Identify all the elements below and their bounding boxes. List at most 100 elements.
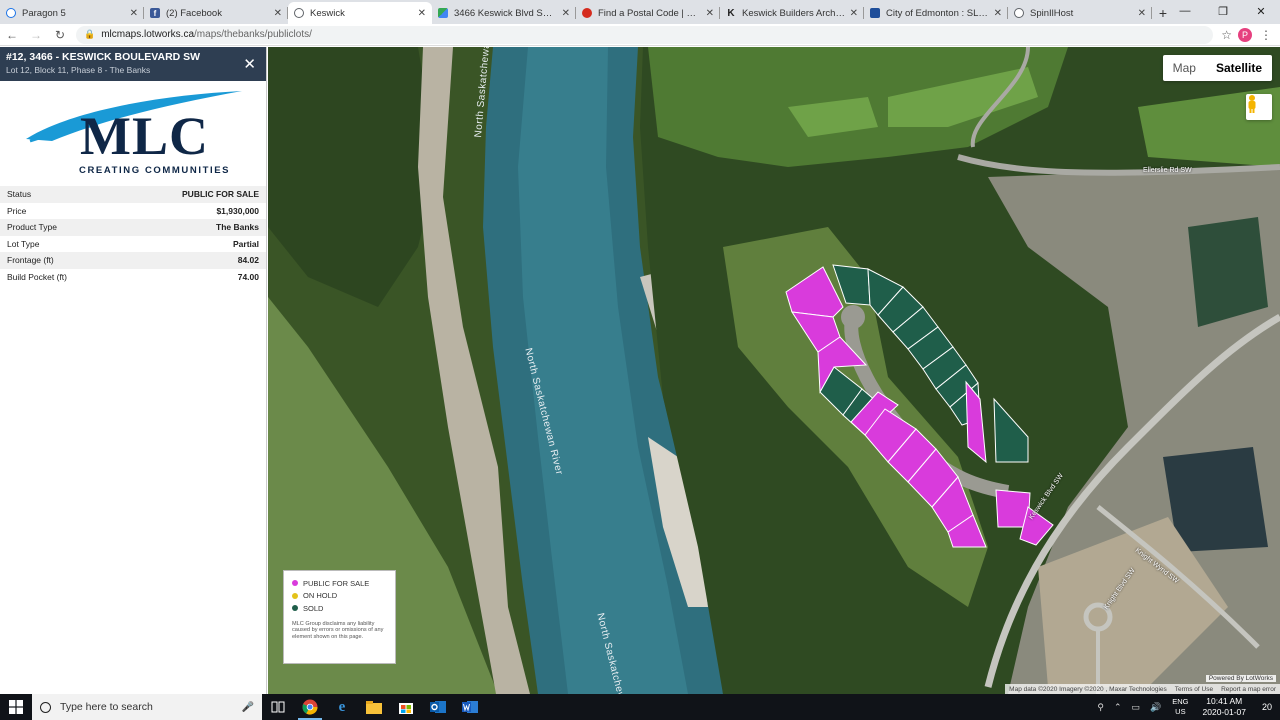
row-label: Frontage (ft) xyxy=(0,252,120,269)
table-row: Price $1,930,000 xyxy=(0,203,266,220)
close-tab-icon[interactable]: ✕ xyxy=(994,8,1002,19)
google-maps-icon xyxy=(438,8,448,18)
close-tab-icon[interactable]: ✕ xyxy=(1138,8,1146,19)
map-attribution: Map data ©2020 Imagery ©2020 , Maxar Tec… xyxy=(1005,684,1280,694)
close-panel-icon[interactable]: ✕ xyxy=(243,55,256,73)
minimize-icon[interactable]: — xyxy=(1166,0,1204,22)
close-tab-icon[interactable]: ✕ xyxy=(706,8,714,19)
restore-icon[interactable]: ❐ xyxy=(1204,0,1242,22)
word-taskbar-icon[interactable] xyxy=(454,694,486,720)
lot-details-panel: #12, 3466 - KESWICK BOULEVARD SW Lot 12,… xyxy=(0,47,267,694)
word-icon xyxy=(462,701,478,713)
row-label: Status xyxy=(0,186,120,203)
edmonton-icon xyxy=(870,8,880,18)
row-label: Price xyxy=(7,205,27,216)
network-icon[interactable]: ▭ xyxy=(1132,702,1141,713)
task-view-icon[interactable] xyxy=(262,694,294,720)
panel-header: #12, 3466 - KESWICK BOULEVARD SW Lot 12,… xyxy=(0,47,266,81)
table-row: Frontage (ft) 84.02 xyxy=(0,252,266,269)
volume-icon[interactable]: 🔊 xyxy=(1150,702,1161,713)
satellite-imagery xyxy=(268,47,1280,694)
tab-keswick[interactable]: Keswick ✕ xyxy=(288,2,432,24)
row-label: Lot Type xyxy=(7,238,40,249)
chrome-icon xyxy=(302,699,318,715)
powered-by-label[interactable]: Powered By LotWorks xyxy=(1205,675,1276,682)
tab-title: Keswick xyxy=(310,7,345,19)
profile-avatar[interactable]: P xyxy=(1238,27,1252,42)
facebook-icon: f xyxy=(150,8,160,18)
language-indicator[interactable]: ENG US xyxy=(1172,697,1188,717)
row-label: Build Pocket (ft) xyxy=(7,271,67,282)
tab-title: 3466 Keswick Blvd SW - Go xyxy=(454,7,558,19)
windows-taskbar: Type here to search 🎤 e ⚲ ⌃ ▭ 🔊 ENG US 1… xyxy=(0,694,1280,720)
lock-icon[interactable]: 🔒 xyxy=(84,29,95,40)
logo-tagline: CREATING COMMUNITIES xyxy=(79,165,231,176)
legend-label: ON HOLD xyxy=(303,591,338,601)
store-bag-icon xyxy=(399,703,413,714)
bookmark-star-icon[interactable]: ☆ xyxy=(1221,28,1232,42)
tab-postal-code[interactable]: Find a Postal Code | Canad ✕ xyxy=(576,2,720,24)
close-tab-icon[interactable]: ✕ xyxy=(130,8,138,19)
edge-taskbar-icon[interactable]: e xyxy=(326,694,358,720)
globe-icon xyxy=(294,8,304,18)
url-field[interactable]: 🔒 mlcmaps.lotworks.ca/maps/thebanks/publ… xyxy=(76,25,1214,44)
legend-disclaimer: MLC Group disclaims any liability caused… xyxy=(292,620,384,641)
clock-date: 2020-01-07 xyxy=(1202,707,1246,717)
forward-arrow-icon[interactable]: → xyxy=(24,28,48,42)
keswick-k-icon: K xyxy=(727,7,735,19)
tab-edmonton[interactable]: City of Edmonton : SLIM Ma ✕ xyxy=(864,2,1008,24)
report-error-link[interactable]: Report a map error xyxy=(1221,686,1276,693)
clock-time: 10:41 AM xyxy=(1206,696,1243,706)
close-tab-icon[interactable]: ✕ xyxy=(562,8,570,19)
chevron-up-icon[interactable]: ⌃ xyxy=(1114,702,1122,713)
store-taskbar-icon[interactable] xyxy=(390,694,422,720)
table-row: Build Pocket (ft) 74.00 xyxy=(0,269,266,286)
taskbar-search-box[interactable]: Type here to search 🎤 xyxy=(32,694,262,720)
tab-keswick-builders[interactable]: K Keswick Builders Archives - ✕ xyxy=(720,2,864,24)
notification-center-icon[interactable]: 20 xyxy=(1254,694,1280,720)
row-value: 74.00 xyxy=(237,271,259,282)
chrome-taskbar-icon[interactable] xyxy=(294,694,326,720)
reload-icon[interactable]: ↻ xyxy=(48,28,72,42)
row-value: 84.02 xyxy=(119,252,266,269)
people-icon[interactable]: ⚲ xyxy=(1097,702,1104,713)
tab-spinilhost[interactable]: SpinIlHost ✕ xyxy=(1008,2,1152,24)
tab-title: City of Edmonton : SLIM Ma xyxy=(886,7,990,19)
legend-label: PUBLIC FOR SALE xyxy=(303,578,370,588)
tab-google-maps[interactable]: 3466 Keswick Blvd SW - Go ✕ xyxy=(432,2,576,24)
terms-link[interactable]: Terms of Use xyxy=(1175,686,1213,693)
row-value: $1,930,000 xyxy=(216,205,259,216)
microphone-icon[interactable]: 🎤 xyxy=(242,702,254,713)
tab-title: Keswick Builders Archives - xyxy=(742,7,846,19)
legend-label: SOLD xyxy=(303,603,324,613)
lang-secondary: US xyxy=(1175,707,1186,716)
edge-icon: e xyxy=(338,698,346,715)
map-button[interactable]: Map xyxy=(1163,55,1206,81)
satellite-map[interactable]: North Saskatchewan River North Saskatche… xyxy=(268,47,1280,694)
tab-facebook[interactable]: f (2) Facebook ✕ xyxy=(144,2,288,24)
clock[interactable]: 10:41 AM 2020-01-07 xyxy=(1203,696,1246,718)
pegman-figure-icon xyxy=(1248,95,1256,113)
street-view-pegman-icon[interactable] xyxy=(1246,94,1272,120)
menu-kebab-icon[interactable]: ⋮ xyxy=(1260,28,1272,42)
back-arrow-icon[interactable]: ← xyxy=(0,28,24,42)
legend-dot xyxy=(292,592,298,599)
tab-title: Paragon 5 xyxy=(22,7,66,19)
canada-post-icon xyxy=(582,8,592,18)
search-placeholder: Type here to search xyxy=(60,701,153,713)
file-explorer-taskbar-icon[interactable] xyxy=(358,694,390,720)
close-tab-icon[interactable]: ✕ xyxy=(274,8,282,19)
close-tab-icon[interactable]: ✕ xyxy=(850,8,858,19)
map-type-control: Map Satellite xyxy=(1162,55,1272,81)
legend-item: PUBLIC FOR SALE xyxy=(292,577,387,590)
task-view-glyph-icon xyxy=(271,701,285,713)
close-tab-icon[interactable]: ✕ xyxy=(418,8,426,19)
windows-start-icon[interactable] xyxy=(0,694,32,720)
tab-paragon[interactable]: Paragon 5 ✕ xyxy=(0,2,144,24)
satellite-button[interactable]: Satellite xyxy=(1206,55,1272,81)
search-icon xyxy=(40,701,51,713)
window-controls: — ❐ ✕ xyxy=(1166,0,1280,22)
outlook-taskbar-icon[interactable] xyxy=(422,694,454,720)
close-window-icon[interactable]: ✕ xyxy=(1242,0,1280,22)
paragon-cloud-icon xyxy=(6,8,16,18)
